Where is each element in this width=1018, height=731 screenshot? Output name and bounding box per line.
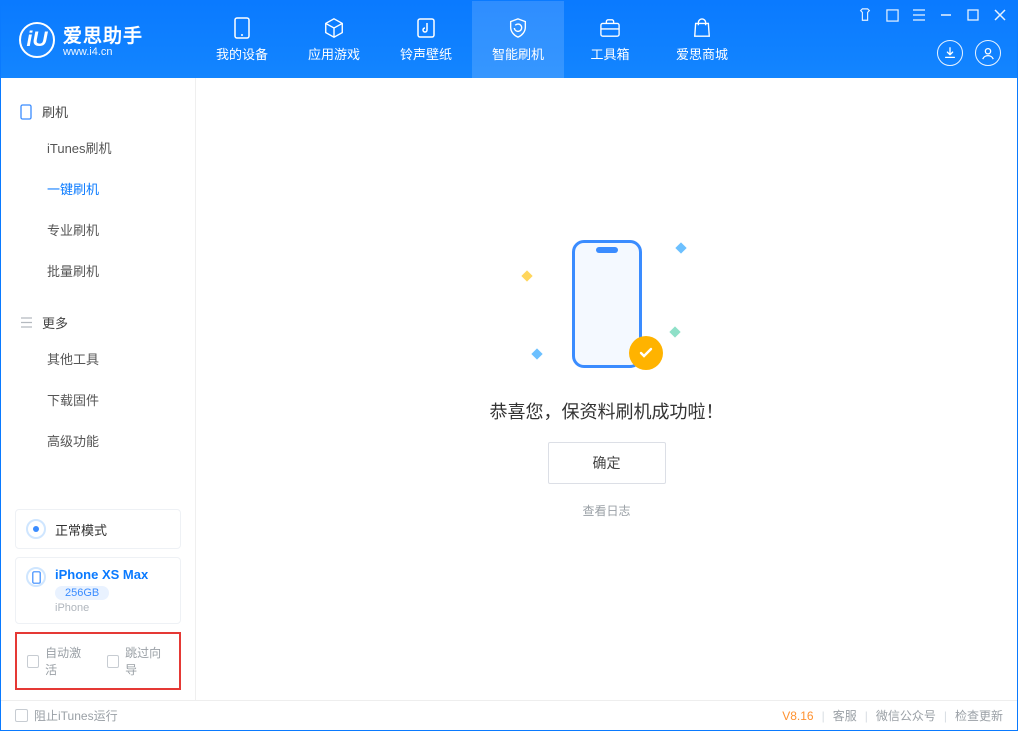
- download-button[interactable]: [937, 40, 963, 66]
- app-name: 爱思助手: [63, 21, 143, 48]
- checkbox-icon: [27, 655, 39, 668]
- sidebar-item-advanced[interactable]: 高级功能: [1, 420, 195, 461]
- cube-icon: [320, 16, 348, 40]
- skip-guide-checkbox[interactable]: 跳过向导: [107, 644, 169, 678]
- device-name: iPhone XS Max: [55, 567, 148, 582]
- check-update-link[interactable]: 检查更新: [955, 707, 1003, 724]
- sidebar-item-pro-flash[interactable]: 专业刷机: [1, 209, 195, 250]
- minimize-icon[interactable]: [939, 8, 953, 22]
- checkbox-icon: [15, 709, 28, 722]
- sidebar-item-itunes-flash[interactable]: iTunes刷机: [1, 127, 195, 168]
- tab-my-device[interactable]: 我的设备: [196, 1, 288, 78]
- tab-label: 爱思商城: [676, 44, 728, 63]
- group-title: 刷机: [42, 102, 68, 121]
- tab-apps-games[interactable]: 应用游戏: [288, 1, 380, 78]
- checkbox-label: 阻止iTunes运行: [34, 707, 118, 724]
- tab-ring-wallpaper[interactable]: 铃声壁纸: [380, 1, 472, 78]
- auto-activate-checkbox[interactable]: 自动激活: [27, 644, 89, 678]
- sidebar-item-batch-flash[interactable]: 批量刷机: [1, 250, 195, 291]
- tab-label: 工具箱: [590, 44, 629, 63]
- block-itunes-checkbox[interactable]: 阻止iTunes运行: [15, 707, 118, 724]
- menu-icon[interactable]: [912, 8, 926, 22]
- bag-icon: [688, 16, 716, 40]
- mode-label: 正常模式: [55, 520, 107, 539]
- device-capacity: 256GB: [55, 586, 109, 600]
- shirt-icon[interactable]: [858, 8, 872, 22]
- account-button[interactable]: [975, 40, 1001, 66]
- window-icon[interactable]: [885, 8, 899, 22]
- briefcase-icon: [596, 16, 624, 40]
- app-domain: www.i4.cn: [63, 46, 143, 58]
- device-icon: [26, 567, 46, 587]
- note-icon: [412, 16, 440, 40]
- shield-refresh-icon: [504, 16, 532, 40]
- group-title: 更多: [42, 313, 68, 332]
- window-controls: [858, 8, 1007, 22]
- footer: 阻止iTunes运行 V8.16 | 客服 | 微信公众号 | 检查更新: [1, 700, 1017, 730]
- sidebar-group-more[interactable]: 更多: [1, 307, 195, 338]
- tab-smart-flash[interactable]: 智能刷机: [472, 1, 564, 78]
- logo[interactable]: iU 爱思助手 www.i4.cn: [1, 21, 196, 58]
- main-content: 恭喜您，保资料刷机成功啦！ 确定 查看日志: [196, 78, 1017, 700]
- phone-icon: [228, 16, 256, 40]
- wechat-link[interactable]: 微信公众号: [876, 707, 936, 724]
- tab-label: 铃声壁纸: [400, 44, 452, 63]
- list-icon: [19, 316, 33, 330]
- header-actions: [937, 40, 1001, 66]
- sidebar: 刷机 iTunes刷机 一键刷机 专业刷机 批量刷机 更多 其他工具 下载固件 …: [1, 78, 196, 700]
- tab-label: 我的设备: [216, 44, 268, 63]
- logo-icon: iU: [19, 22, 55, 58]
- success-message: 恭喜您，保资料刷机成功啦！: [490, 398, 724, 424]
- success-illustration: [507, 230, 707, 380]
- header: iU 爱思助手 www.i4.cn 我的设备 应用游戏 铃声壁纸 智能刷机 工具…: [1, 1, 1017, 78]
- checkbox-label: 跳过向导: [125, 644, 169, 678]
- separator: |: [822, 709, 825, 723]
- sidebar-item-download-firmware[interactable]: 下载固件: [1, 379, 195, 420]
- support-link[interactable]: 客服: [833, 707, 857, 724]
- mode-card[interactable]: 正常模式: [15, 509, 181, 549]
- separator: |: [944, 709, 947, 723]
- sidebar-item-oneclick-flash[interactable]: 一键刷机: [1, 168, 195, 209]
- sidebar-group-flash[interactable]: 刷机: [1, 96, 195, 127]
- device-icon: [19, 105, 33, 119]
- checkbox-icon: [107, 655, 119, 668]
- version-label: V8.16: [782, 709, 813, 723]
- sidebar-item-other-tools[interactable]: 其他工具: [1, 338, 195, 379]
- maximize-icon[interactable]: [966, 8, 980, 22]
- separator: |: [865, 709, 868, 723]
- device-card[interactable]: iPhone XS Max 256GB iPhone: [15, 557, 181, 624]
- device-type: iPhone: [55, 602, 148, 614]
- tab-label: 应用游戏: [308, 44, 360, 63]
- close-icon[interactable]: [993, 8, 1007, 22]
- tab-label: 智能刷机: [492, 44, 544, 63]
- options-box: 自动激活 跳过向导: [15, 632, 181, 690]
- mode-icon: [26, 519, 46, 539]
- ok-button[interactable]: 确定: [548, 442, 666, 484]
- nav-tabs: 我的设备 应用游戏 铃声壁纸 智能刷机 工具箱 爱思商城: [196, 1, 748, 78]
- view-log-link[interactable]: 查看日志: [582, 502, 630, 519]
- tab-store[interactable]: 爱思商城: [656, 1, 748, 78]
- checkbox-label: 自动激活: [45, 644, 89, 678]
- check-badge-icon: [629, 336, 663, 370]
- tab-toolbox[interactable]: 工具箱: [564, 1, 656, 78]
